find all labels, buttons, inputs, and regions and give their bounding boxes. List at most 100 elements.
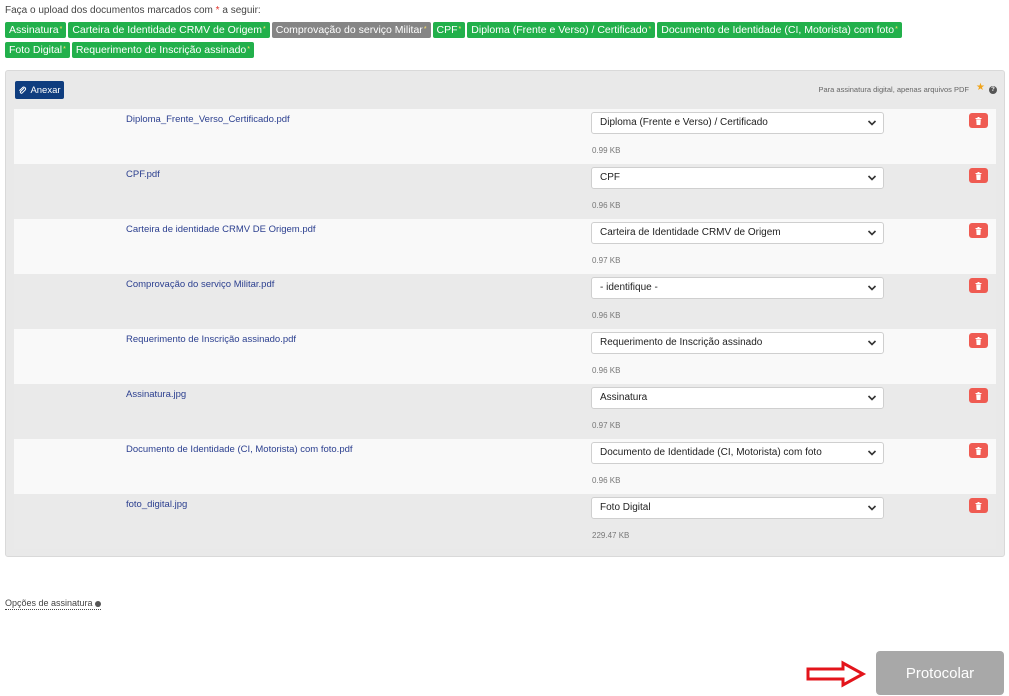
file-name-link[interactable]: Diploma_Frente_Verso_Certificado.pdf: [126, 114, 290, 125]
chevron-down-icon: [867, 395, 877, 401]
required-documents-tags: Assinatura* Carteira de Identidade CRMV d…: [5, 20, 955, 60]
attach-button[interactable]: Anexar: [15, 81, 64, 99]
file-row: CPF.pdf CPF 0.96 KB: [14, 164, 996, 219]
info-dot-icon: [94, 600, 101, 607]
delete-file-button[interactable]: [969, 223, 988, 238]
required-star: *: [895, 26, 898, 33]
document-type-select[interactable]: Requerimento de Inscrição assinado: [591, 332, 884, 354]
arrow-right-icon: [806, 660, 867, 688]
chevron-down-icon: [867, 340, 877, 346]
document-tag: Requerimento de Inscrição assinado*: [71, 42, 255, 58]
delete-file-button[interactable]: [969, 278, 988, 293]
document-tag: CPF*: [432, 22, 466, 38]
document-tag: Assinatura*: [5, 22, 67, 38]
file-name-link[interactable]: CPF.pdf: [126, 169, 160, 180]
file-size: 0.97 KB: [592, 421, 621, 430]
delete-file-button[interactable]: [969, 168, 988, 183]
chevron-down-icon: [867, 505, 877, 511]
file-name-link[interactable]: Carteira de identidade CRMV DE Origem.pd…: [126, 224, 316, 235]
file-row: Diploma_Frente_Verso_Certificado.pdf Dipl…: [14, 109, 996, 164]
required-star: *: [247, 46, 251, 53]
upload-instructions: Faça o upload dos documentos marcados co…: [5, 5, 261, 16]
document-type-select[interactable]: Diploma (Frente e Verso) / Certificado: [591, 112, 884, 134]
instructions-prefix: Faça o upload dos documentos marcados co…: [5, 5, 213, 16]
document-type-select[interactable]: Carteira de Identidade CRMV de Origem: [591, 222, 884, 244]
document-type-select[interactable]: Documento de Identidade (CI, Motorista) …: [591, 442, 884, 464]
attachments-panel: Anexar Para assinatura digital, apenas a…: [5, 70, 1005, 557]
file-size: 229.47 KB: [592, 531, 630, 540]
delete-file-button[interactable]: [969, 443, 988, 458]
file-size: 0.99 KB: [592, 146, 621, 155]
help-icon[interactable]: ?: [989, 86, 997, 94]
file-name-link[interactable]: Requerimento de Inscrição assinado.pdf: [126, 334, 296, 345]
required-star: *: [215, 5, 220, 16]
document-tag: Diploma (Frente e Verso) / Certificado*: [467, 22, 656, 38]
document-tag-label: Documento de Identidade (CI, Motorista) …: [661, 24, 895, 36]
trash-icon: [975, 336, 982, 345]
trash-icon: [975, 281, 982, 290]
document-type-value: Foto Digital: [600, 502, 651, 513]
paperclip-icon: [19, 86, 27, 94]
file-size: 0.96 KB: [592, 311, 621, 320]
required-star: *: [59, 26, 63, 33]
attach-button-label: Anexar: [30, 84, 61, 96]
required-star: *: [423, 26, 427, 33]
document-tag: Comprovação do serviço Militar*: [271, 22, 431, 38]
delete-file-button[interactable]: [969, 333, 988, 348]
document-tag-label: Diploma (Frente e Verso) / Certificado: [471, 24, 648, 36]
document-type-value: CPF: [600, 172, 620, 183]
file-row: Requerimento de Inscrição assinado.pdf Re…: [14, 329, 996, 384]
signature-options-link[interactable]: Opções de assinatura: [5, 598, 101, 610]
document-type-value: Assinatura: [600, 392, 648, 403]
trash-icon: [975, 116, 982, 125]
chevron-down-icon: [867, 450, 877, 456]
delete-file-button[interactable]: [969, 113, 988, 128]
file-size: 0.96 KB: [592, 476, 621, 485]
delete-file-button[interactable]: [969, 498, 988, 513]
file-name-link[interactable]: Comprovação do serviço Militar.pdf: [126, 279, 274, 290]
document-type-select[interactable]: - identifique -: [591, 277, 884, 299]
chevron-down-icon: [867, 175, 877, 181]
document-tag-label: Carteira de Identidade CRMV de Origem: [72, 24, 263, 36]
trash-icon: [975, 446, 982, 455]
document-tag-label: Foto Digital: [9, 44, 63, 56]
document-type-select[interactable]: Foto Digital: [591, 497, 884, 519]
delete-file-button[interactable]: [969, 388, 988, 403]
chevron-down-icon: [867, 230, 877, 236]
signature-options-label: Opções de assinatura: [5, 598, 93, 608]
document-tag-label: Requerimento de Inscrição assinado: [75, 44, 247, 56]
protocolar-button[interactable]: Protocolar: [876, 651, 1004, 695]
document-type-select[interactable]: CPF: [591, 167, 884, 189]
chevron-down-icon: [867, 120, 877, 126]
instructions-suffix: a seguir:: [222, 5, 261, 16]
trash-icon: [975, 171, 982, 180]
file-size: 0.96 KB: [592, 201, 621, 210]
document-tag: Carteira de Identidade CRMV de Origem*: [68, 22, 270, 38]
file-row: Carteira de identidade CRMV DE Origem.pd…: [14, 219, 996, 274]
document-type-select[interactable]: Assinatura: [591, 387, 884, 409]
document-tag-label: Comprovação do serviço Militar: [275, 24, 423, 36]
file-row: foto_digital.jpg Foto Digital 229.47 KB: [14, 494, 996, 549]
star-icon: ★: [976, 82, 985, 93]
document-type-value: Carteira de Identidade CRMV de Origem: [600, 227, 781, 238]
required-star: *: [458, 26, 462, 33]
chevron-down-icon: [867, 285, 877, 291]
document-type-value: - identifique -: [600, 282, 658, 293]
file-list: Diploma_Frente_Verso_Certificado.pdf Dipl…: [14, 109, 996, 549]
trash-icon: [975, 226, 982, 235]
document-tag-label: CPF: [436, 24, 458, 36]
file-name-link[interactable]: foto_digital.jpg: [126, 499, 187, 510]
file-name-link[interactable]: Assinatura.jpg: [126, 389, 186, 400]
file-size: 0.96 KB: [592, 366, 621, 375]
required-star: *: [648, 26, 652, 33]
file-name-link[interactable]: Documento de Identidade (CI, Motorista) …: [126, 444, 353, 455]
required-star: *: [263, 26, 266, 33]
file-size: 0.97 KB: [592, 256, 621, 265]
document-tag: Documento de Identidade (CI, Motorista) …: [657, 22, 902, 38]
required-star: *: [63, 46, 66, 53]
trash-icon: [975, 501, 982, 510]
file-row: Comprovação do serviço Militar.pdf - iden…: [14, 274, 996, 329]
file-row: Assinatura.jpg Assinatura 0.97 KB: [14, 384, 996, 439]
file-row: Documento de Identidade (CI, Motorista) …: [14, 439, 996, 494]
trash-icon: [975, 391, 982, 400]
